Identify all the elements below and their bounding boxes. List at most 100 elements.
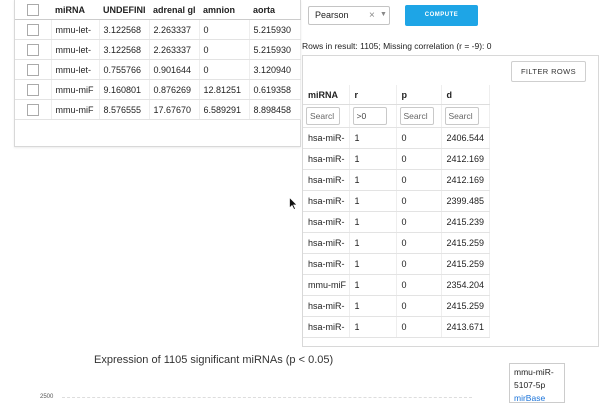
amnion-cell: 0 xyxy=(199,19,250,40)
row-checkbox-cell[interactable] xyxy=(15,79,52,100)
row-checkbox[interactable] xyxy=(27,63,39,76)
mirna-cell: mmu-miF xyxy=(303,274,350,296)
adrenal-cell: 0.901644 xyxy=(149,59,200,80)
table-row[interactable]: hsa-miR- 1 0 2413.671 xyxy=(303,316,490,338)
table-row[interactable]: mmu-miF 8.576555 17.67670 6.589291 8.898… xyxy=(15,99,301,120)
d-filter-cell xyxy=(441,104,490,128)
row-checkbox[interactable] xyxy=(27,23,39,36)
mirna-cell: hsa-miR- xyxy=(303,211,350,233)
table-row[interactable]: hsa-miR- 1 0 2412.169 xyxy=(303,148,490,170)
compute-button[interactable]: COMPUTE xyxy=(405,5,478,26)
mirna-cell: mmu-let- xyxy=(51,59,100,80)
correlation-method-select[interactable]: Pearson × ▼ xyxy=(308,6,390,25)
column-header-d[interactable]: d xyxy=(441,85,490,105)
p-search-input[interactable] xyxy=(399,107,434,125)
rows-info-text: Rows in result: 1105; Missing correlatio… xyxy=(302,41,492,51)
aorta-cell: 5.215930 xyxy=(249,39,301,60)
chevron-down-icon[interactable]: ▼ xyxy=(380,11,387,18)
aorta-cell: 5.215930 xyxy=(249,19,301,40)
mirna-cell: hsa-miR- xyxy=(303,190,350,212)
table-row[interactable]: hsa-miR- 1 0 2406.544 xyxy=(303,127,490,149)
mirna-cell: hsa-miR- xyxy=(303,295,350,317)
p-cell: 0 xyxy=(396,169,442,191)
adrenal-cell: 2.263337 xyxy=(149,39,200,60)
d-cell: 2415.239 xyxy=(441,211,490,233)
r-cell: 1 xyxy=(349,274,397,296)
table-row[interactable]: hsa-miR- 1 0 2412.169 xyxy=(303,169,490,191)
tooltip-line: 5107-5p xyxy=(514,380,546,390)
table-row[interactable]: hsa-miR- 1 0 2415.259 xyxy=(303,253,490,275)
mirbase-link[interactable]: mirBase xyxy=(514,392,564,402)
column-header-p[interactable]: p xyxy=(396,85,442,105)
table-row[interactable]: hsa-miR- 1 0 2415.239 xyxy=(303,211,490,233)
grid-line xyxy=(62,397,472,399)
correlation-table-header: miRNA r p d xyxy=(303,85,490,105)
correlation-table: miRNA r p d hsa-miR-102 xyxy=(303,85,490,338)
row-checkbox-cell[interactable] xyxy=(15,19,52,40)
tooltip-line: mmu-miR- xyxy=(514,367,554,377)
mirna-search-input[interactable] xyxy=(306,107,340,125)
mirna-cell: mmu-let- xyxy=(51,19,100,40)
table-row[interactable]: hsa-miR- 1 0 2415.259 xyxy=(303,232,490,254)
column-header-undefined[interactable]: UNDEFINI xyxy=(99,0,149,20)
adrenal-cell: 2.263337 xyxy=(149,19,200,40)
table-row[interactable]: mmu-let- 3.122568 2.263337 0 5.215930 xyxy=(15,19,301,40)
mirna-filter-cell xyxy=(303,104,350,128)
d-cell: 2399.485 xyxy=(441,190,490,212)
column-header-mirna[interactable]: miRNA xyxy=(51,0,99,20)
mirna-cell: mmu-let- xyxy=(51,39,100,60)
d-cell: 2413.671 xyxy=(441,316,490,338)
d-cell: 2415.259 xyxy=(441,232,490,254)
correlation-panel: FILTER ROWS miRNA r p d Searcl >0 Searcl… xyxy=(302,55,599,347)
column-header-adrenal-gland[interactable]: adrenal gl xyxy=(149,0,199,20)
undefined-cell: 9.160801 xyxy=(99,79,150,100)
d-search-input[interactable] xyxy=(444,107,479,125)
mirna-cell: mmu-miF xyxy=(51,79,100,100)
table-row[interactable]: hsa-miR- 1 0 2415.259 xyxy=(303,295,490,317)
row-checkbox[interactable] xyxy=(27,43,39,56)
row-checkbox-cell[interactable] xyxy=(15,39,52,60)
chart-title: Expression of 1105 significant miRNAs (p… xyxy=(94,354,334,366)
p-cell: 0 xyxy=(396,190,442,212)
filter-rows-button[interactable]: FILTER ROWS xyxy=(511,61,586,82)
filter-row xyxy=(303,104,490,128)
table-row[interactable]: mmu-let- 0.755766 0.901644 0 3.120940 xyxy=(15,59,301,80)
amnion-cell: 12.81251 xyxy=(199,79,250,100)
aorta-cell: 8.898458 xyxy=(249,99,301,120)
select-all-checkbox[interactable] xyxy=(27,3,39,16)
expression-table-panel: miRNA UNDEFINI adrenal gl amnion aorta m… xyxy=(14,0,301,147)
clear-icon[interactable]: × xyxy=(369,10,375,21)
undefined-cell: 0.755766 xyxy=(99,59,150,80)
mirna-cell: hsa-miR- xyxy=(303,316,350,338)
row-checkbox-cell[interactable] xyxy=(15,99,52,120)
table-row[interactable]: mmu-miF 9.160801 0.876269 12.81251 0.619… xyxy=(15,79,301,100)
mirna-cell: hsa-miR- xyxy=(303,169,350,191)
row-checkbox[interactable] xyxy=(27,83,39,96)
p-cell: 0 xyxy=(396,232,442,254)
column-header-mirna[interactable]: miRNA xyxy=(303,85,350,105)
amnion-cell: 6.589291 xyxy=(199,99,250,120)
p-cell: 0 xyxy=(396,274,442,296)
d-cell: 2415.259 xyxy=(441,253,490,275)
r-cell: 1 xyxy=(349,211,397,233)
p-filter-cell xyxy=(396,104,442,128)
p-cell: 0 xyxy=(396,253,442,275)
d-cell: 2412.169 xyxy=(441,148,490,170)
p-cell: 0 xyxy=(396,295,442,317)
p-cell: 0 xyxy=(396,127,442,149)
aorta-cell: 3.120940 xyxy=(249,59,301,80)
row-checkbox-cell[interactable] xyxy=(15,59,52,80)
column-header-aorta[interactable]: aorta xyxy=(249,0,300,20)
r-filter-input[interactable] xyxy=(352,107,387,125)
select-all-header[interactable] xyxy=(15,0,51,20)
table-row[interactable]: mmu-miF 1 0 2354.204 xyxy=(303,274,490,296)
row-checkbox[interactable] xyxy=(27,103,39,116)
mouse-cursor-icon xyxy=(289,197,298,210)
d-cell: 2406.544 xyxy=(441,127,490,149)
table-row[interactable]: mmu-let- 3.122568 2.263337 0 5.215930 xyxy=(15,39,301,60)
column-header-r[interactable]: r xyxy=(349,85,397,105)
column-header-amnion[interactable]: amnion xyxy=(199,0,249,20)
table-row[interactable]: hsa-miR- 1 0 2399.485 xyxy=(303,190,490,212)
r-cell: 1 xyxy=(349,148,397,170)
p-cell: 0 xyxy=(396,211,442,233)
